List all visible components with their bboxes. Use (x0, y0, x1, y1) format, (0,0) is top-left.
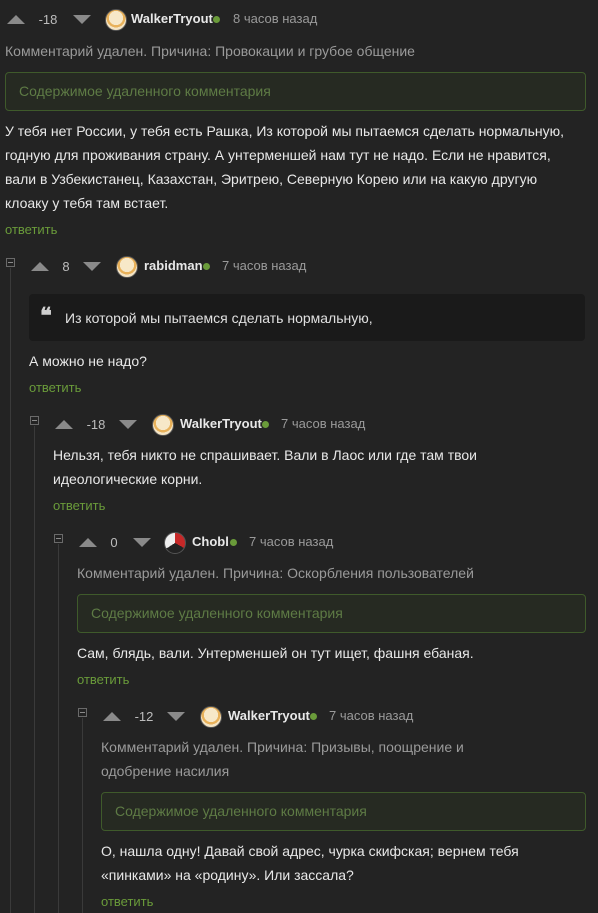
deleted-notice: Комментарий удален. Причина: Оскорбления… (77, 565, 474, 581)
quote-text: Из которой мы пытаемся сделать нормальну… (65, 310, 373, 326)
comment-text: А можно не надо? (29, 353, 147, 369)
downvote-button[interactable] (119, 417, 137, 431)
timestamp[interactable]: 7 часов назад (329, 708, 413, 723)
comment-text: У тебя нет России, у тебя есть Рашка, Из… (5, 119, 564, 215)
username[interactable]: rabidman (144, 258, 203, 273)
arrow-down-icon (73, 14, 91, 24)
comment-text-line: годную для проживания страну. А унтермен… (5, 147, 551, 163)
downvote-button[interactable] (73, 12, 91, 26)
downvote-button[interactable] (167, 709, 185, 723)
comment-score: -18 (86, 417, 106, 432)
username[interactable]: WalkerTryout (180, 416, 262, 431)
avatar[interactable] (164, 532, 186, 554)
arrow-up-icon (55, 419, 73, 429)
deleted-notice: Комментарий удален. Причина: Призывы, по… (101, 735, 464, 783)
reply-link[interactable]: ответить (5, 222, 57, 237)
quote-icon: ❝ (40, 303, 52, 329)
comment-text: О, нашла одну! Давай свой адрес, чурка с… (101, 839, 519, 887)
timestamp[interactable]: 7 часов назад (249, 534, 333, 549)
comment-text-line: У тебя нет России, у тебя есть Рашка, Из… (5, 123, 564, 139)
upvote-button[interactable] (31, 259, 49, 273)
arrow-down-icon (119, 419, 137, 429)
reply-link[interactable]: ответить (77, 672, 129, 687)
online-status-dot (230, 539, 237, 546)
comment-text-line: О, нашла одну! Давай свой адрес, чурка с… (101, 843, 519, 859)
online-status-dot (213, 16, 220, 23)
deleted-content-toggle[interactable]: Содержимое удаленного комментария (5, 72, 586, 111)
arrow-up-icon (7, 14, 25, 24)
avatar[interactable] (152, 414, 174, 436)
online-status-dot (203, 263, 210, 270)
arrow-down-icon (83, 261, 101, 271)
deleted-content-toggle[interactable]: Содержимое удаленного комментария (101, 792, 586, 831)
avatar[interactable] (116, 256, 138, 278)
online-status-dot (310, 713, 317, 720)
arrow-up-icon (79, 537, 97, 547)
collapse-thread-button[interactable] (6, 258, 15, 267)
comment-text: Сам, блядь, вали. Унтерменшей он тут ище… (77, 645, 474, 661)
thread-line[interactable] (34, 426, 35, 913)
collapse-thread-button[interactable] (78, 708, 87, 717)
username[interactable]: WalkerTryout (131, 11, 213, 26)
upvote-button[interactable] (103, 709, 121, 723)
arrow-up-icon (103, 711, 121, 721)
reply-link[interactable]: ответить (53, 498, 105, 513)
comment-score: -12 (134, 709, 154, 724)
avatar[interactable] (105, 9, 127, 31)
reply-link[interactable]: ответить (101, 894, 153, 909)
username[interactable]: WalkerTryout (228, 708, 310, 723)
deleted-notice-line: одобрение насилия (101, 763, 230, 779)
comment-score: 8 (62, 259, 70, 274)
collapse-thread-button[interactable] (54, 534, 63, 543)
deleted-notice-line: Комментарий удален. Причина: Призывы, по… (101, 739, 464, 755)
downvote-button[interactable] (83, 259, 101, 273)
arrow-down-icon (167, 711, 185, 721)
reply-link[interactable]: ответить (29, 380, 81, 395)
avatar[interactable] (200, 706, 222, 728)
username[interactable]: Chobl (192, 534, 229, 549)
comment-text-line: вали в Узбекистанец, Казахстан, Эритрею,… (5, 171, 538, 187)
downvote-button[interactable] (133, 535, 151, 549)
upvote-button[interactable] (55, 417, 73, 431)
comment-score: -18 (38, 12, 58, 27)
collapse-thread-button[interactable] (30, 416, 39, 425)
comment-text-line: «пинками» на «родину». Или зассала? (101, 867, 354, 883)
timestamp[interactable]: 7 часов назад (222, 258, 306, 273)
arrow-up-icon (31, 261, 49, 271)
thread-line[interactable] (10, 268, 11, 913)
online-status-dot (262, 421, 269, 428)
quote-block: ❝ Из которой мы пытаемся сделать нормаль… (29, 294, 585, 341)
deleted-notice: Комментарий удален. Причина: Провокации … (5, 43, 415, 59)
comment-text: Нельзя, тебя никто не спрашивает. Вали в… (53, 443, 477, 491)
comment-text-line: клоаку у тебя там встает. (5, 195, 169, 211)
arrow-down-icon (133, 537, 151, 547)
thread-line[interactable] (58, 544, 59, 913)
comment-text-line: идеологические корни. (53, 471, 203, 487)
comment-score: 0 (110, 535, 118, 550)
timestamp[interactable]: 8 часов назад (233, 11, 317, 26)
upvote-button[interactable] (7, 12, 25, 26)
upvote-button[interactable] (79, 535, 97, 549)
timestamp[interactable]: 7 часов назад (281, 416, 365, 431)
comment-text-line: Нельзя, тебя никто не спрашивает. Вали в… (53, 447, 477, 463)
thread-line[interactable] (82, 718, 83, 913)
deleted-content-toggle[interactable]: Содержимое удаленного комментария (77, 594, 586, 633)
